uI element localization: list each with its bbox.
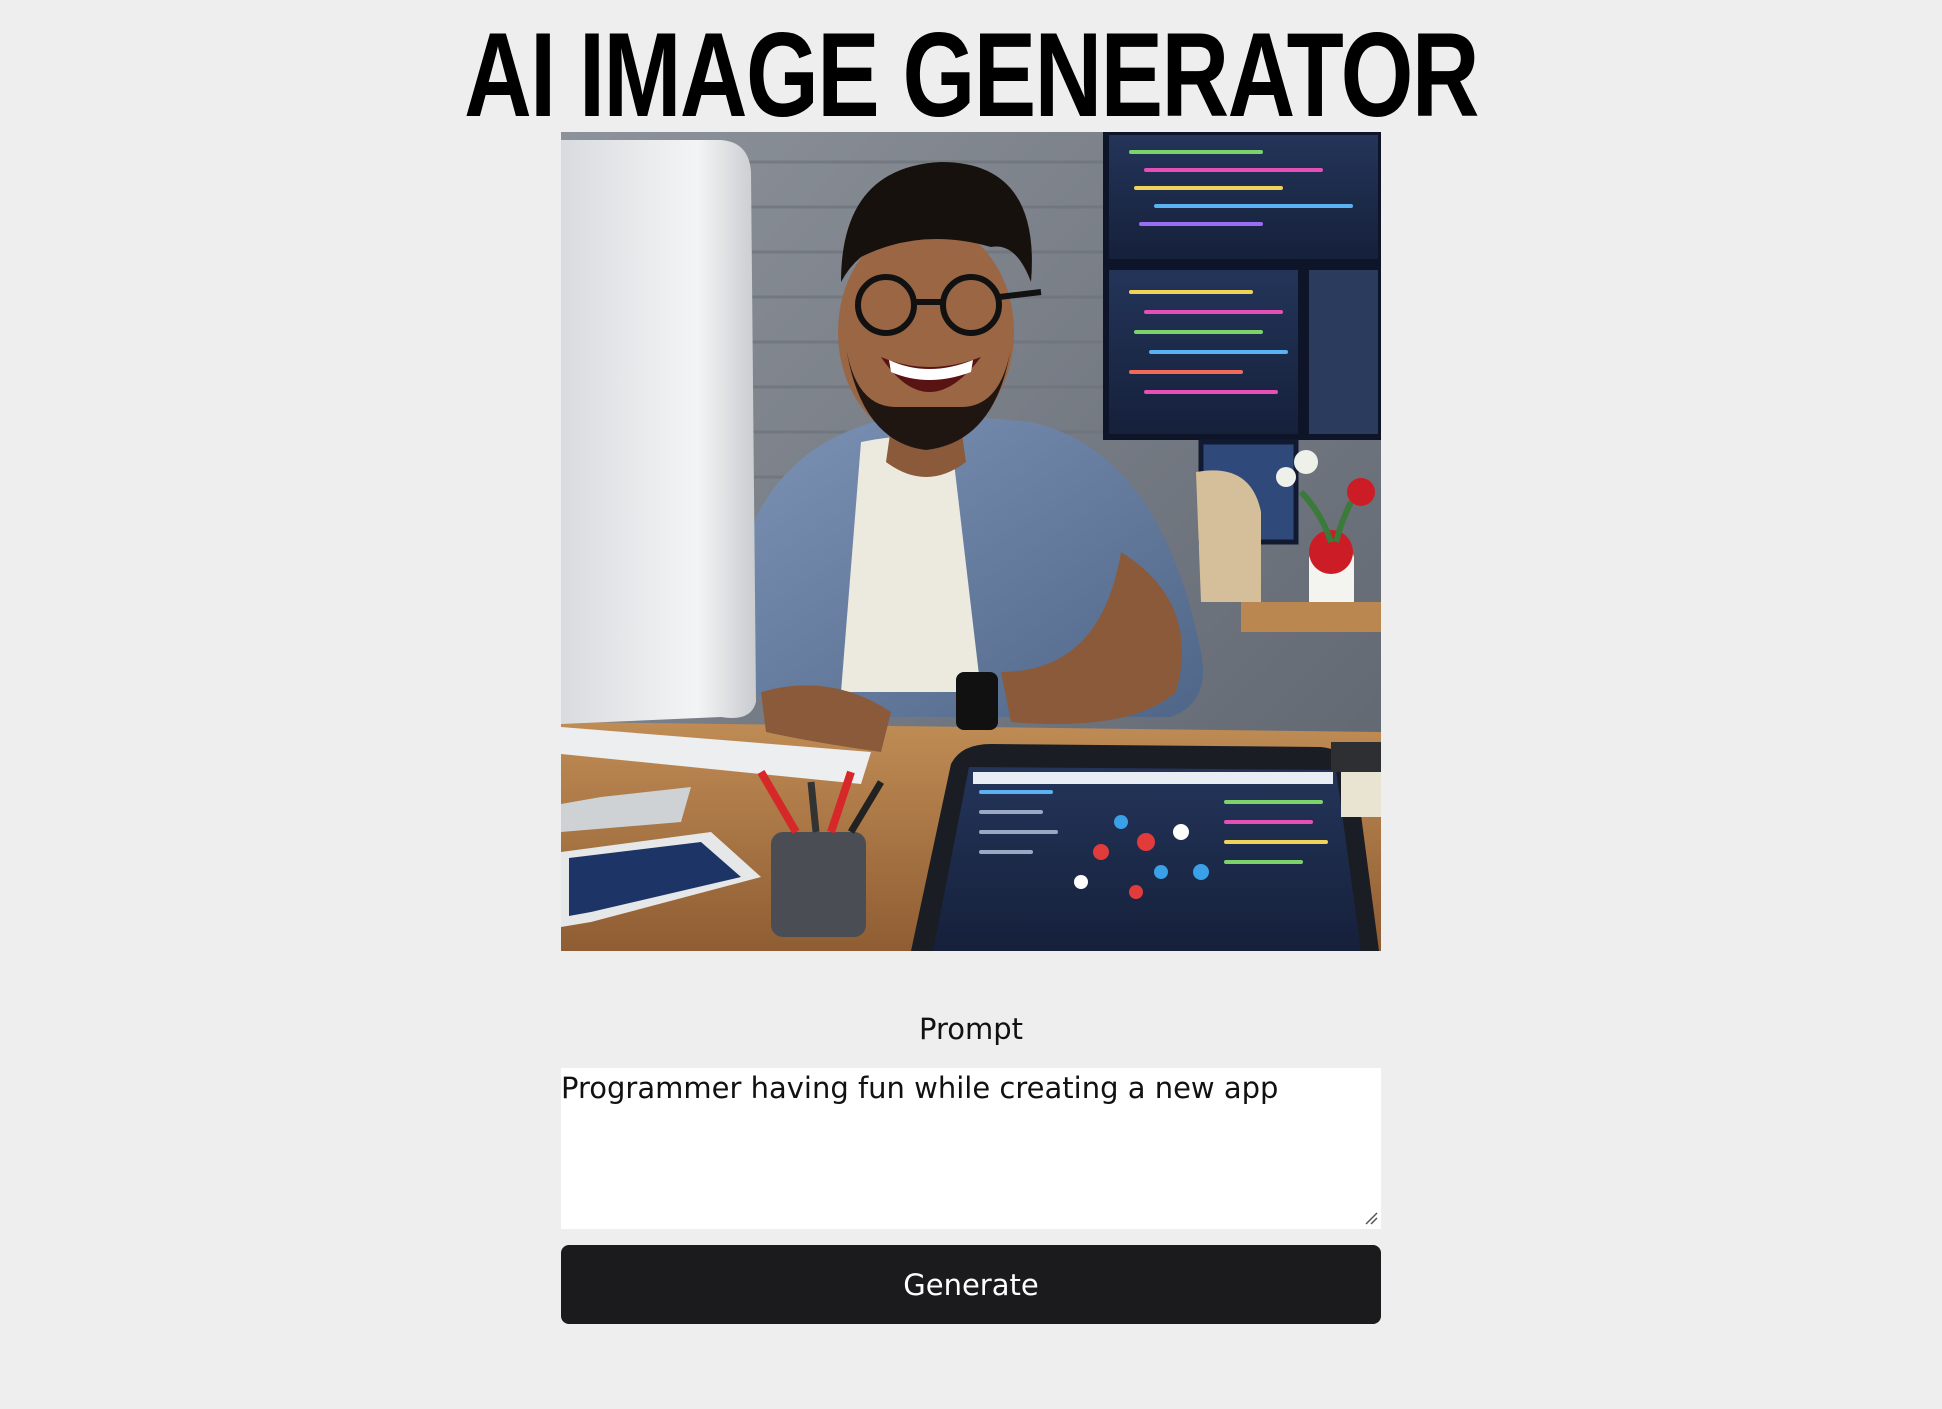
generate-button[interactable]: Generate [561, 1245, 1381, 1324]
generated-image [561, 132, 1381, 951]
generated-image-illustration [561, 132, 1381, 951]
resize-handle-icon[interactable] [1364, 1211, 1378, 1225]
prompt-input[interactable]: Programmer having fun while creating a n… [561, 1068, 1381, 1229]
prompt-label: Prompt [918, 1012, 1024, 1046]
page: AI IMAGE GENERATOR Prompt Programmer hav… [0, 0, 1942, 1409]
page-title: AI IMAGE GENERATOR [464, 8, 1479, 142]
